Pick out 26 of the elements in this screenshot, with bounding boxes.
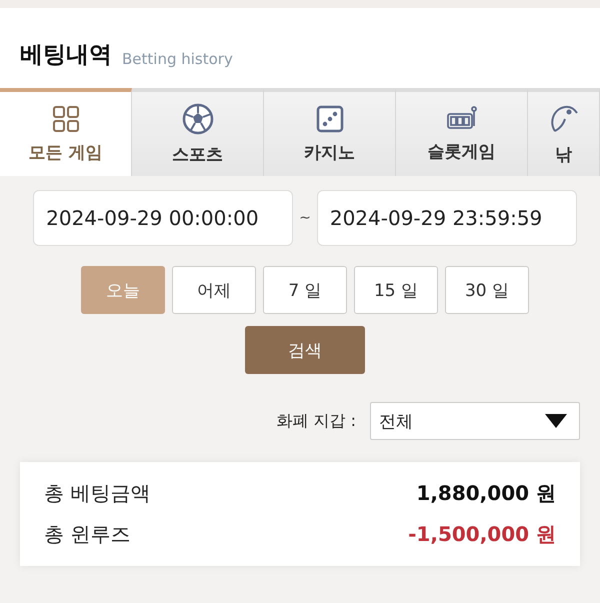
end-date-field[interactable]: 2024-09-29 23:59:59 xyxy=(316,190,577,246)
page-title: 베팅내역 xyxy=(20,41,112,70)
dice-icon xyxy=(316,104,344,132)
start-date-field[interactable]: 2024-09-29 00:00:00 xyxy=(33,190,294,246)
period-button[interactable]: 15 일 xyxy=(354,266,438,314)
dropdown-caret-icon xyxy=(545,414,567,428)
game-tab[interactable]: 슬롯게임 xyxy=(396,88,528,176)
summary-value: 1,880,000 원 xyxy=(416,480,556,507)
game-tab[interactable]: 카지노 xyxy=(264,88,396,176)
soccer-ball-icon xyxy=(182,102,214,134)
wallet-label: 화폐 지갑 : xyxy=(276,410,356,432)
period-button[interactable]: 7 일 xyxy=(263,266,347,314)
period-button[interactable]: 어제 xyxy=(172,266,256,314)
grid-icon xyxy=(52,104,80,132)
game-tab[interactable]: 모든 게임 xyxy=(0,88,132,176)
wallet-dropdown[interactable]: 전체 xyxy=(370,402,580,440)
page-subtitle: Betting history xyxy=(122,50,233,70)
game-tab[interactable]: 낚 xyxy=(528,88,600,176)
range-separator: ~ xyxy=(299,210,311,226)
period-button[interactable]: 30 일 xyxy=(445,266,529,314)
search-button[interactable]: 검색 xyxy=(245,326,365,374)
slot-machine-icon xyxy=(446,106,478,132)
game-tab[interactable]: 스포츠 xyxy=(132,88,264,176)
summary-label: 총 윈루즈 xyxy=(44,521,130,548)
summary-value: -1,500,000 원 xyxy=(408,521,556,548)
summary-label: 총 베팅금액 xyxy=(44,480,150,507)
